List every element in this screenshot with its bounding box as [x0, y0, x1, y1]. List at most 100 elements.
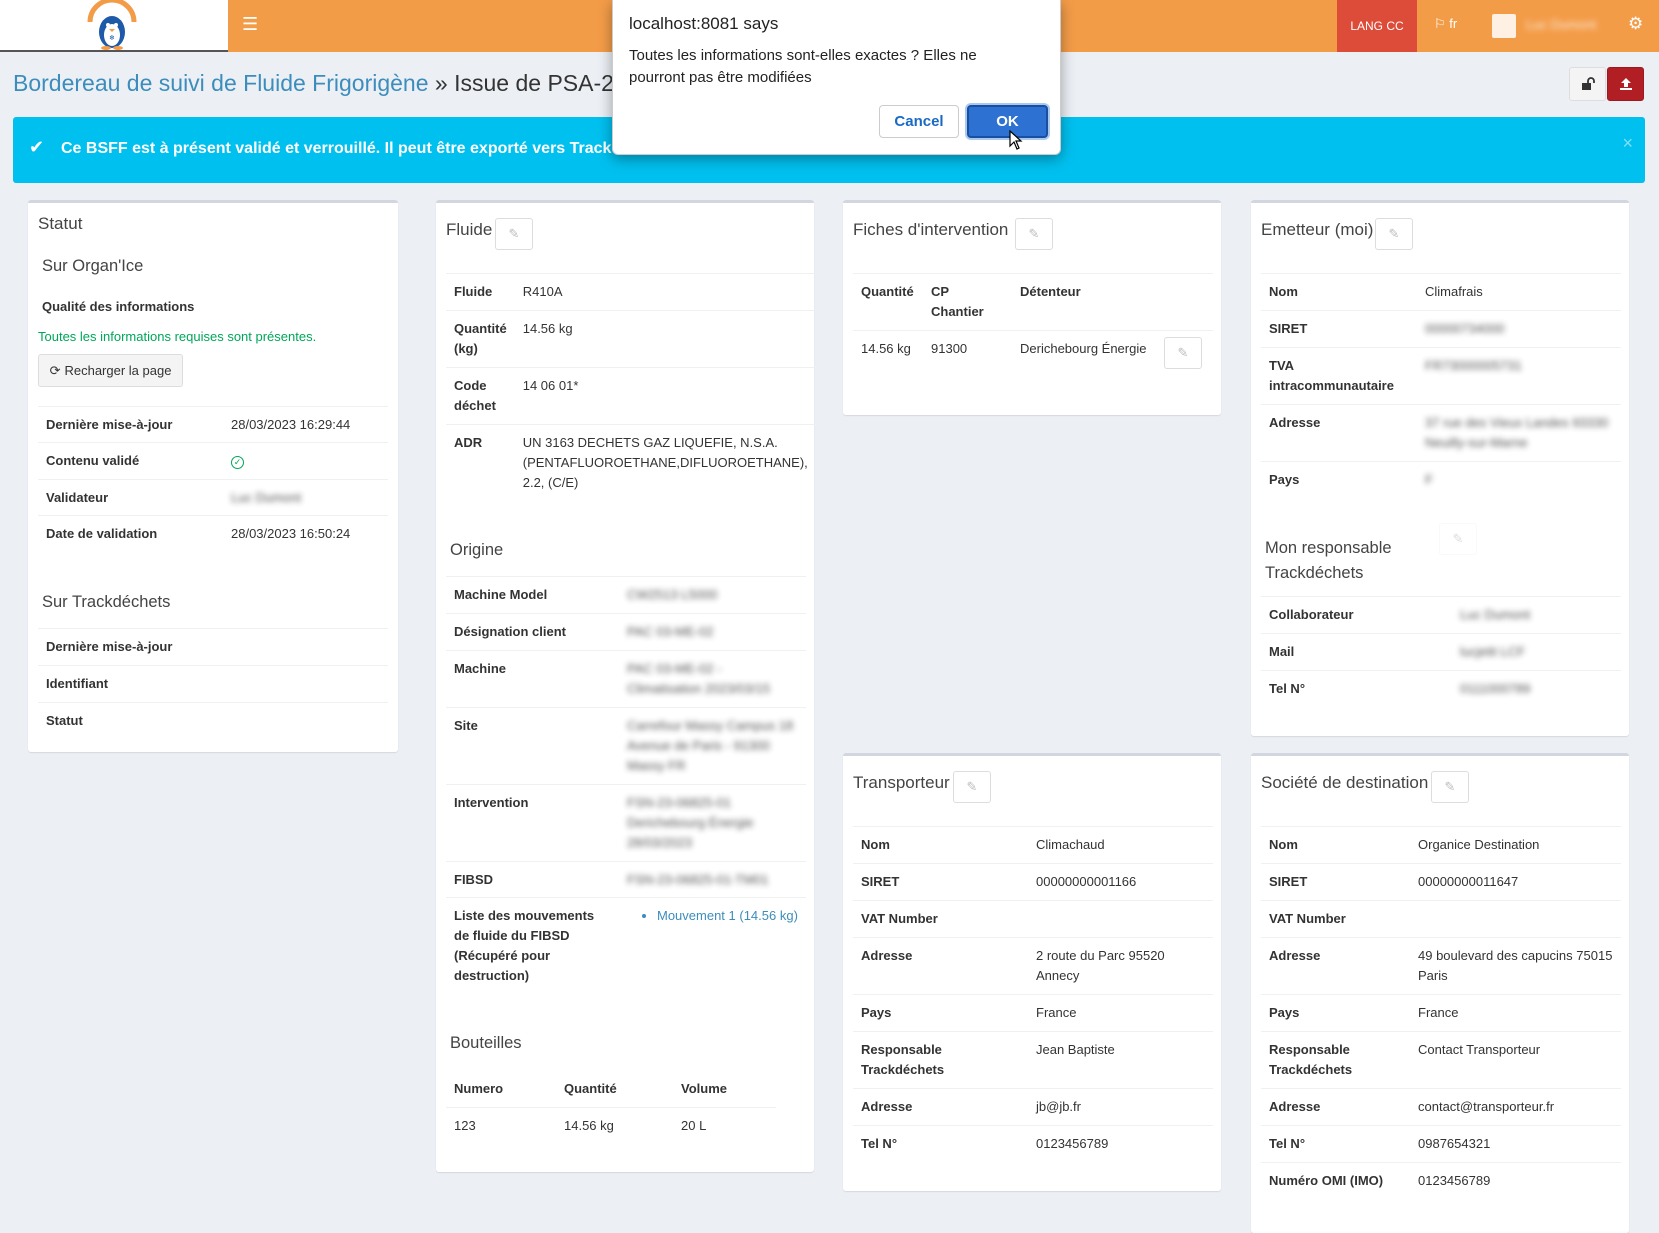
- row-value: 14 06 01*: [514, 367, 816, 425]
- table-row: Adresse 37 rue des Vieux Landes 93330 Neu…: [1261, 404, 1621, 462]
- hamburger-icon[interactable]: ☰: [242, 14, 258, 34]
- mouvement-link[interactable]: Mouvement 1 (14.56 kg): [657, 906, 798, 926]
- row-label: Mail: [1261, 633, 1452, 671]
- row-label: Site: [446, 707, 619, 785]
- user-name[interactable]: Luc Dumont: [1526, 17, 1596, 32]
- table-row: SIRET 00000000001166: [853, 863, 1213, 901]
- pencil-icon: ✎: [508, 226, 520, 241]
- row-value: 28/03/2023 16:50:24: [223, 515, 388, 552]
- table-row: Pays F: [1261, 461, 1621, 499]
- table-row: Code déchet 14 06 01*: [446, 367, 816, 425]
- emetteur-panel: Emetteur (moi) ✎ Nom Climafrais SIRET 0000…: [1251, 200, 1629, 736]
- column-header: Volume: [681, 1081, 727, 1096]
- avatar[interactable]: [1492, 14, 1516, 38]
- row-value: [223, 665, 388, 703]
- row-value: 0987654321: [1410, 1125, 1621, 1163]
- row-label: Tel N°: [1261, 1125, 1410, 1163]
- row-value: Organice Destination: [1410, 826, 1621, 864]
- quality-message: Toutes les informations requises sont pr…: [38, 329, 317, 344]
- organice-subtitle: Sur Organ'Ice: [42, 257, 144, 275]
- cell: 14.56 kg: [853, 330, 923, 389]
- edit-responsable-button[interactable]: ✎: [1439, 523, 1477, 555]
- edit-destination-button[interactable]: ✎: [1431, 771, 1469, 803]
- climafrais-logo: ❄: [87, 0, 137, 50]
- table-header-row: Quantité CP Chantier Détenteur: [853, 273, 1213, 331]
- column-header: Numero: [454, 1081, 504, 1096]
- settings-cog-icon[interactable]: ⚙: [1628, 14, 1643, 34]
- table-row: Contenu validé ✓: [38, 442, 388, 480]
- row-label: Nom: [1261, 826, 1410, 864]
- row-label: Tel N°: [1261, 670, 1452, 708]
- table-row: Nom Climachaud: [853, 826, 1213, 864]
- row-label: Nom: [853, 826, 1028, 864]
- row-value: 0111000789: [1452, 670, 1621, 708]
- logo-area[interactable]: ❄: [0, 0, 228, 52]
- unlock-button[interactable]: [1569, 67, 1606, 101]
- edit-transporteur-button[interactable]: ✎: [953, 771, 991, 803]
- table-row: Collaborateur Luc Dumont: [1261, 596, 1621, 634]
- reload-page-button[interactable]: ⟳ Recharger la page: [38, 354, 183, 387]
- row-label: Adresse: [1261, 937, 1410, 995]
- table-row: Désignation client PAC 03-ME-02: [446, 613, 806, 651]
- row-label: Machine Model: [446, 576, 619, 614]
- responsable-subtitle: Mon responsable Trackdéchets: [1265, 539, 1392, 582]
- validated-check-icon: ✓: [231, 456, 244, 469]
- pencil-icon: ✎: [966, 779, 978, 794]
- pencil-icon: ✎: [1452, 531, 1464, 546]
- column-header: CP Chantier: [923, 273, 1012, 331]
- destination-panel: Société de destination ✎ Nom Organice Des…: [1251, 753, 1629, 1233]
- edit-fiches-button[interactable]: ✎: [1015, 218, 1053, 250]
- row-value: 37 rue des Vieux Landes 93330 Neuilly-su…: [1417, 404, 1621, 462]
- pencil-icon: ✎: [1444, 779, 1456, 794]
- row-label: Nom: [1261, 273, 1417, 311]
- table-row: Adresse contact@transporteur.fr: [1261, 1088, 1621, 1126]
- row-label: Contenu validé: [38, 442, 223, 480]
- row-label: Adresse: [853, 937, 1028, 995]
- origine-subtitle: Origine: [450, 541, 504, 559]
- dialog-title: localhost:8081 says: [629, 14, 779, 33]
- organice-status-table: Dernière mise-à-jour 28/03/2023 16:29:44 …: [38, 406, 388, 552]
- row-value: France: [1028, 994, 1213, 1032]
- export-button[interactable]: [1607, 67, 1644, 101]
- row-value: Climachaud: [1028, 826, 1213, 864]
- cancel-button[interactable]: Cancel: [879, 105, 959, 138]
- row-value: 00000000011647: [1410, 863, 1621, 901]
- table-row: Site Carrefour Massy Campus 18 Avenue de …: [446, 707, 806, 785]
- edit-fiche-row-button[interactable]: ✎: [1164, 337, 1202, 369]
- edit-fluide-button[interactable]: ✎: [495, 218, 533, 250]
- column-header: Quantité: [564, 1081, 617, 1096]
- row-value: 14.56 kg: [514, 310, 816, 368]
- panel-title: Fiches d'intervention: [853, 220, 1009, 239]
- language-selector[interactable]: ⚐ fr: [1434, 16, 1457, 32]
- flag-icon: ⚐: [1434, 16, 1446, 31]
- table-header-row: Numero Quantité Volume: [446, 1071, 776, 1107]
- table-row: Identifiant: [38, 665, 388, 703]
- ok-button[interactable]: OK: [967, 105, 1048, 138]
- table-row: Fluide R410A: [446, 273, 816, 311]
- table-row: Liste des mouvements de fluide du FIBSD …: [446, 897, 806, 988]
- table-row: Validateur Luc Dumont: [38, 479, 388, 516]
- row-value: [1028, 900, 1213, 938]
- row-value: Luc Dumont: [1452, 596, 1621, 634]
- row-label: Statut: [38, 702, 223, 740]
- table-row: Nom Climafrais: [1261, 273, 1621, 311]
- table-row: Tel N° 0111000789: [1261, 670, 1621, 708]
- table-row: Tel N° 0987654321: [1261, 1125, 1621, 1163]
- table-row: FIBSD FSN-23-06825-01-TM01: [446, 861, 806, 898]
- panel-title: Société de destination: [1261, 773, 1429, 792]
- row-label: Désignation client: [446, 613, 619, 651]
- cell: 91300: [923, 330, 1012, 389]
- edit-emetteur-button[interactable]: ✎: [1375, 218, 1413, 250]
- transporteur-panel: Transporteur ✎ Nom Climachaud SIRET 000000…: [843, 753, 1221, 1191]
- lang-cc-button[interactable]: LANG CC: [1337, 0, 1417, 52]
- table-row: SIRET 00000000011647: [1261, 863, 1621, 901]
- table-row: Mail lucjetit LCF: [1261, 633, 1621, 671]
- row-value: France: [1410, 994, 1621, 1032]
- origine-table: Machine Model CW2513 L5000 Désignation cl…: [446, 576, 806, 988]
- breadcrumb-link[interactable]: Bordereau de suivi de Fluide Frigorigène: [13, 70, 429, 96]
- close-icon[interactable]: ×: [1622, 133, 1633, 154]
- row-label: Code déchet: [446, 367, 515, 425]
- intervention-link[interactable]: FSN-23-06825-01 Derichebourg Énergie 28/…: [619, 784, 806, 862]
- refresh-icon: ⟳: [49, 362, 61, 378]
- row-label: VAT Number: [853, 900, 1028, 938]
